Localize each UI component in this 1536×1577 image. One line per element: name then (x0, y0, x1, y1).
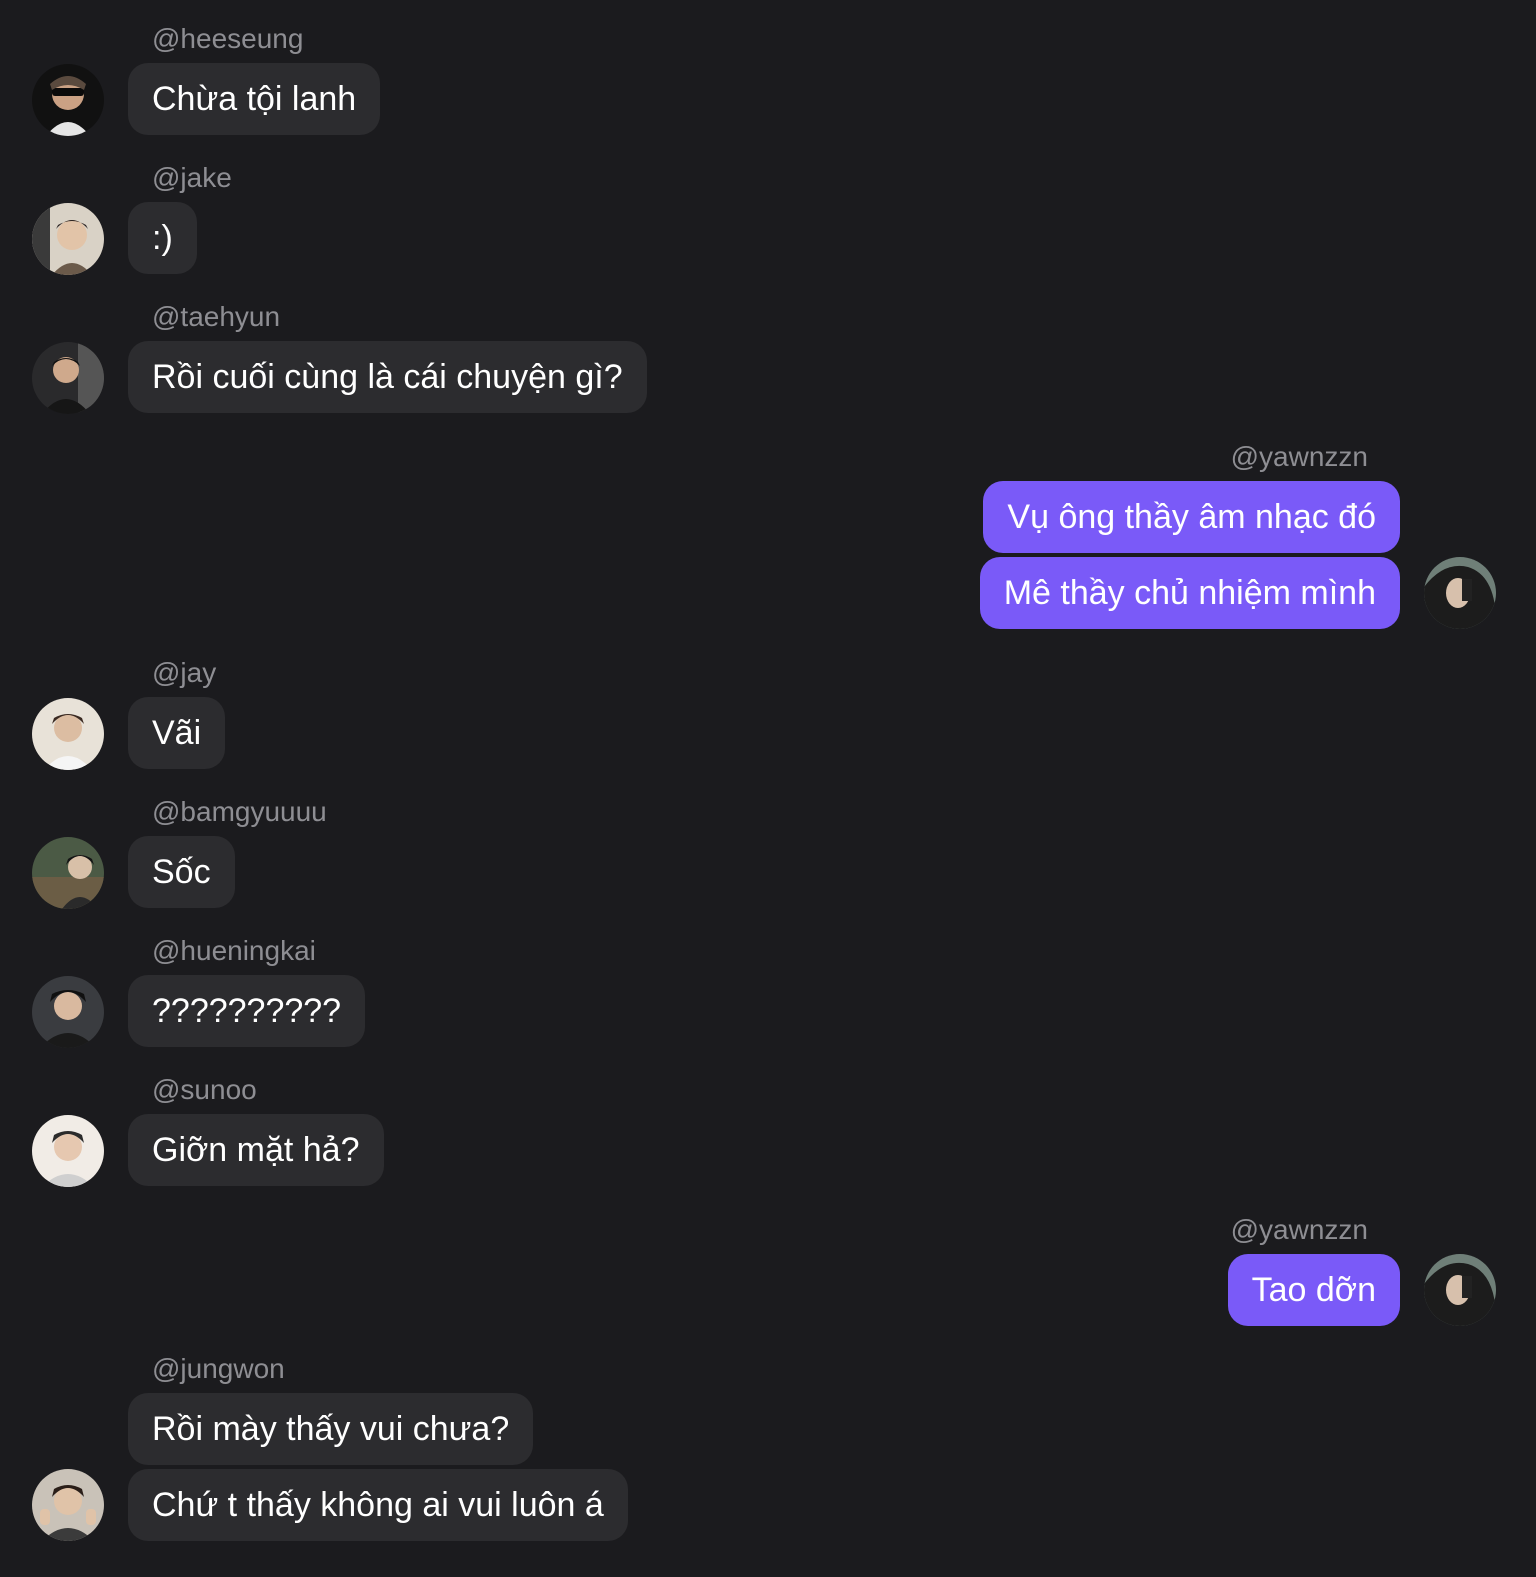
message-bubble-outgoing[interactable]: Mê thầy chủ nhiệm mình (979, 557, 1400, 629)
message-username-hueningkai: @hueningkai (152, 935, 316, 966)
avatar-bamgyuuuu[interactable] (32, 837, 104, 909)
message-bubble[interactable]: Chứ t thấy không ai vui luôn á (128, 1469, 628, 1541)
avatar-sunoo[interactable] (32, 1115, 104, 1187)
message-username-jungwon: @jungwon (152, 1353, 285, 1384)
message-bubble[interactable]: :) (128, 202, 197, 274)
message-username-taehyun: @taehyun (152, 301, 281, 332)
message-bubble-outgoing[interactable]: Vụ ông thầy âm nhạc đó (983, 481, 1400, 553)
message-bubble[interactable]: Sốc (128, 836, 235, 908)
avatar-yawnzzn[interactable] (1424, 1254, 1496, 1326)
avatar-jake[interactable] (32, 203, 104, 275)
message-username-jay: @jay (152, 657, 217, 688)
avatar-heeseung[interactable] (32, 64, 104, 136)
message-bubble[interactable]: Rồi mày thấy vui chưa? (128, 1393, 534, 1465)
message-bubble[interactable]: Giỡn mặt hả? (128, 1114, 384, 1186)
message-bubble-outgoing[interactable]: Tao dỡn (1227, 1254, 1400, 1326)
message-bubble[interactable]: Vãi (128, 697, 226, 769)
message-username-bamgyuuuu: @bamgyuuuu (152, 796, 327, 827)
message-username-yawnzzn: @yawnzzn (1230, 1214, 1368, 1245)
message-username-yawnzzn: @yawnzzn (1230, 441, 1368, 472)
avatar-yawnzzn[interactable] (1424, 557, 1496, 629)
avatar-hueningkai[interactable] (32, 976, 104, 1048)
avatar-jay[interactable] (32, 698, 104, 770)
avatar-jungwon[interactable] (32, 1469, 104, 1541)
message-bubble[interactable]: Chừa tội lanh (128, 63, 381, 135)
message-username-jake: @jake (152, 162, 232, 193)
message-bubble[interactable]: Rồi cuối cùng là cái chuyện gì? (128, 341, 647, 413)
message-username-heeseung: @heeseung (152, 23, 304, 54)
message-username-sunoo: @sunoo (152, 1074, 257, 1105)
message-bubble[interactable]: ?????????? (128, 975, 366, 1047)
avatar-taehyun[interactable] (32, 342, 104, 414)
